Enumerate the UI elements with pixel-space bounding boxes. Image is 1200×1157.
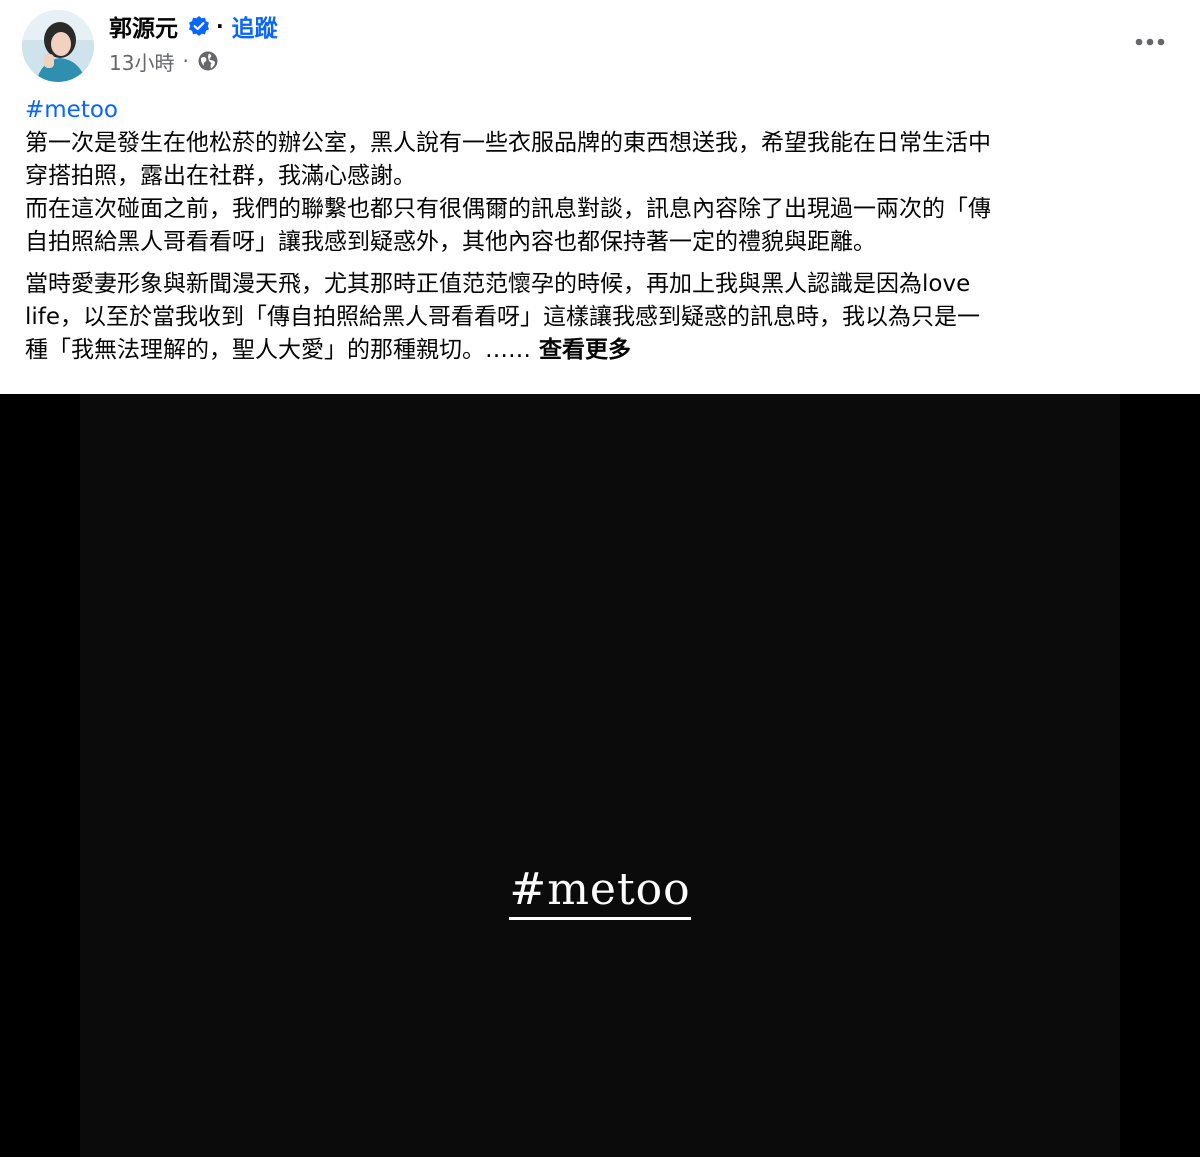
text-line: 穿搭拍照，露出在社群，我滿心感謝。	[25, 163, 416, 189]
paragraph-1: 第一次是發生在他松菸的辦公室，黑人說有一些衣服品牌的東西想送我，希望我能在日常生…	[25, 127, 1175, 259]
text-line: 自拍照給黑人哥看看呀」讓我感到疑惑外，其他內容也都保持著一定的禮貌與距離。	[25, 229, 876, 255]
text-line: 當時愛妻形象與新聞漫天飛，尤其那時正值范范懷孕的時候，再加上我與黑人認識是因為l…	[25, 271, 971, 297]
author-name[interactable]: 郭源元	[109, 9, 178, 43]
image-hashtag-text: #metoo	[509, 864, 691, 920]
image-caption-text: #metoo	[0, 864, 1200, 920]
verified-badge-icon	[188, 15, 210, 37]
post-timestamp[interactable]: 13小時	[109, 47, 174, 76]
author-row: 郭源元 · 追蹤	[109, 8, 278, 44]
image-dark-area	[80, 394, 1120, 1157]
text-line: 而在這次碰面之前，我們的聯繫也都只有很偶爾的訊息對談，訊息內容除了出現過一兩次的…	[25, 196, 991, 222]
text-line-content: 種「我無法理解的，聖人大愛」的那種親切。……	[25, 337, 531, 363]
post-body: #metoo 第一次是發生在他松菸的辦公室，黑人說有一些衣服品牌的東西想送我，希…	[25, 94, 1175, 367]
meta-separator-dot: ·	[182, 49, 189, 73]
more-options-button[interactable]	[1130, 22, 1170, 62]
text-line: life，以至於當我收到「傳自拍照給黑人哥看看呀」這樣讓我感到疑惑的訊息時，我以…	[25, 304, 981, 330]
follow-button[interactable]: 追蹤	[232, 9, 278, 43]
post-header: 郭源元 · 追蹤 13小時 ·	[0, 0, 1200, 90]
globe-icon[interactable]	[197, 50, 219, 72]
separator-dot: ·	[216, 14, 224, 38]
facebook-post: 郭源元 · 追蹤 13小時 · #metoo 第一次是發生在他松菸的辦公室，黑人…	[0, 0, 1200, 1157]
text-line-last: 種「我無法理解的，聖人大愛」的那種親切。…… 查看更多	[25, 334, 1175, 367]
hashtag-link[interactable]: #metoo	[25, 94, 1175, 127]
more-options-icon	[1135, 38, 1165, 46]
post-meta: 13小時 ·	[109, 46, 219, 76]
paragraph-2: 當時愛妻形象與新聞漫天飛，尤其那時正值范范懷孕的時候，再加上我與黑人認識是因為l…	[25, 268, 1175, 367]
text-line: 第一次是發生在他松菸的辦公室，黑人說有一些衣服品牌的東西想送我，希望我能在日常生…	[25, 130, 991, 156]
see-more-button[interactable]: 查看更多	[539, 337, 631, 363]
post-image[interactable]: #metoo	[0, 394, 1200, 1157]
author-avatar[interactable]	[22, 10, 94, 82]
